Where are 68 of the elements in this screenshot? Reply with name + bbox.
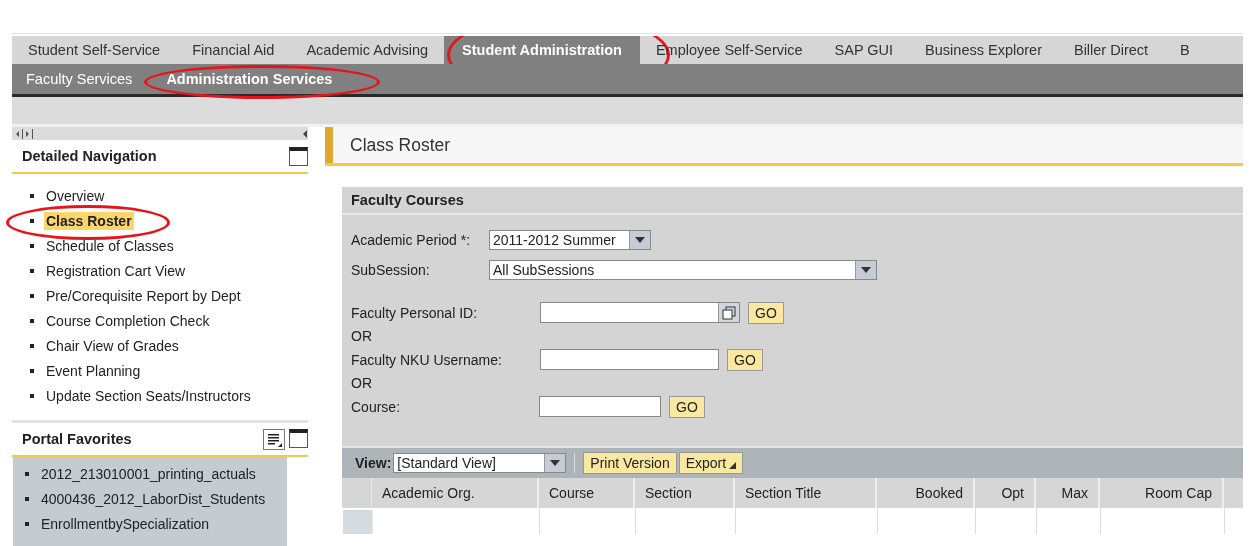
portal-tab[interactable]: Academic Advising [290,36,445,64]
bullet-icon [30,318,34,323]
dropdown-field[interactable]: 2011-2012 Summer [489,230,651,250]
list-icon[interactable] [263,428,285,450]
favorite-link[interactable]: 4000436_2012_LaborDist_Students [39,489,268,508]
separator-label: OR [351,328,372,344]
title-marker [325,127,333,163]
nav-link[interactable]: Registration Cart View [44,261,188,280]
input-field[interactable] [540,349,719,370]
nav-link[interactable]: Update Section Seats/Instructors [44,386,253,405]
nav-link[interactable]: Chair View of Grades [44,336,181,355]
collapse-icon[interactable] [302,128,308,139]
bullet-icon [30,368,34,373]
bullet-icon [25,471,29,476]
field-label: Academic Period *: [351,232,472,248]
favorite-link[interactable]: EnrollmentbySpecialization [39,514,212,533]
bullet-icon [30,268,34,273]
section-title: Faculty Courses [351,192,464,208]
caret-icon [729,461,737,469]
portal-tab[interactable]: Biller Direct [1057,36,1165,64]
page-title: Class Roster [350,134,451,156]
nav-link[interactable]: Pre/Corequisite Report by Dept [44,286,243,305]
bullet-icon [30,293,34,298]
separator-label: OR [351,375,372,391]
nav-link[interactable]: Overview [44,186,107,205]
minimize-icon[interactable] [289,146,308,166]
field-label: Course: [351,398,402,415]
portal-tab[interactable]: Student Self-Service [12,36,177,64]
dropdown-field[interactable]: All SubSessions [489,260,877,280]
collapse-arrows-icon[interactable] [14,128,36,139]
field-label: SubSession: [351,262,431,278]
bullet-icon [30,343,34,348]
portal-tab[interactable]: Financial Aid [176,36,291,64]
input-field[interactable] [540,302,740,323]
bullet-icon [30,218,34,223]
value-help-icon[interactable] [718,303,739,322]
bullet-icon [30,393,34,398]
nav-link[interactable]: Course Completion Check [44,311,212,330]
field-label: Faculty Personal ID: [351,304,479,321]
dropdown-icon[interactable] [855,261,876,279]
nav-link[interactable]: Class Roster [44,211,134,230]
go-button[interactable]: GO [727,348,763,371]
bullet-icon [25,496,29,501]
portal-tab[interactable]: SAP GUI [818,36,910,64]
go-button[interactable]: GO [669,395,705,418]
dropdown-icon[interactable] [629,231,650,249]
toolbar-button[interactable]: Export [678,452,744,474]
field-label: Faculty NKU Username: [351,351,503,368]
go-button[interactable]: GO [748,301,784,324]
view-label: View: [355,455,392,471]
sub-tab[interactable]: Administration Services [146,71,353,87]
toolbar-button[interactable]: Print Version [583,452,677,474]
sub-tab[interactable]: Faculty Services [12,71,147,87]
view-dropdown[interactable]: [Standard View] [393,453,567,473]
favorite-link[interactable]: 2012_213010001_printing_actuals [39,464,258,483]
panel-title: Portal Favorites [22,431,132,447]
bullet-icon [30,243,34,248]
panel-title: Detailed Navigation [22,148,157,164]
bullet-icon [30,193,34,198]
minimize-icon[interactable] [289,428,308,448]
bullet-icon [25,521,29,526]
portal-tab[interactable]: Student Administration [444,36,640,64]
portal-tab[interactable]: B [1164,36,1206,64]
portal-tab[interactable]: Business Explorer [909,36,1058,64]
dropdown-icon[interactable] [544,454,566,472]
input-field[interactable] [539,396,661,417]
nav-link[interactable]: Schedule of Classes [44,236,176,255]
nav-link[interactable]: Event Planning [44,361,143,380]
